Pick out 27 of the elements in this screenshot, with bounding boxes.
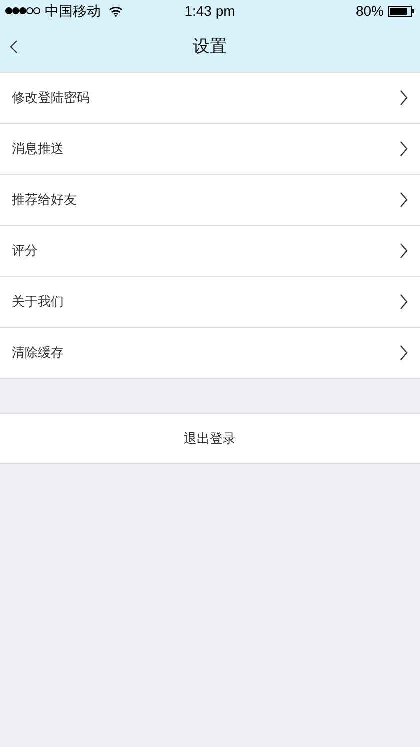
chevron-right-icon (400, 294, 408, 310)
battery-percent: 80% (356, 2, 384, 20)
chevron-right-icon (400, 141, 408, 157)
page-title: 设置 (193, 36, 227, 58)
settings-row[interactable]: 清除缓存 (0, 328, 420, 379)
settings-row[interactable]: 消息推送 (0, 124, 420, 175)
chevron-right-icon (400, 90, 408, 106)
wifi-icon (109, 6, 123, 16)
row-label: 清除缓存 (12, 344, 64, 362)
clock-time: 1:43 pm (184, 2, 236, 21)
logout-button[interactable]: 退出登录 (0, 413, 420, 464)
row-label: 消息推送 (12, 140, 64, 158)
settings-row[interactable]: 关于我们 (0, 277, 420, 328)
settings-row[interactable]: 修改登陆密码 (0, 73, 420, 124)
settings-row[interactable]: 推荐给好友 (0, 175, 420, 226)
chevron-right-icon (400, 192, 408, 208)
row-label: 推荐给好友 (12, 191, 77, 210)
row-label: 关于我们 (12, 293, 64, 312)
back-icon (10, 40, 18, 54)
battery-icon (388, 6, 416, 16)
chevron-right-icon (400, 345, 408, 361)
signal-icon (5, 7, 41, 15)
carrier-name: 中国移动 (45, 2, 101, 20)
chevron-right-icon (400, 243, 408, 259)
row-label: 评分 (12, 242, 38, 260)
settings-row[interactable]: 评分 (0, 226, 420, 277)
row-label: 修改登陆密码 (12, 89, 90, 108)
